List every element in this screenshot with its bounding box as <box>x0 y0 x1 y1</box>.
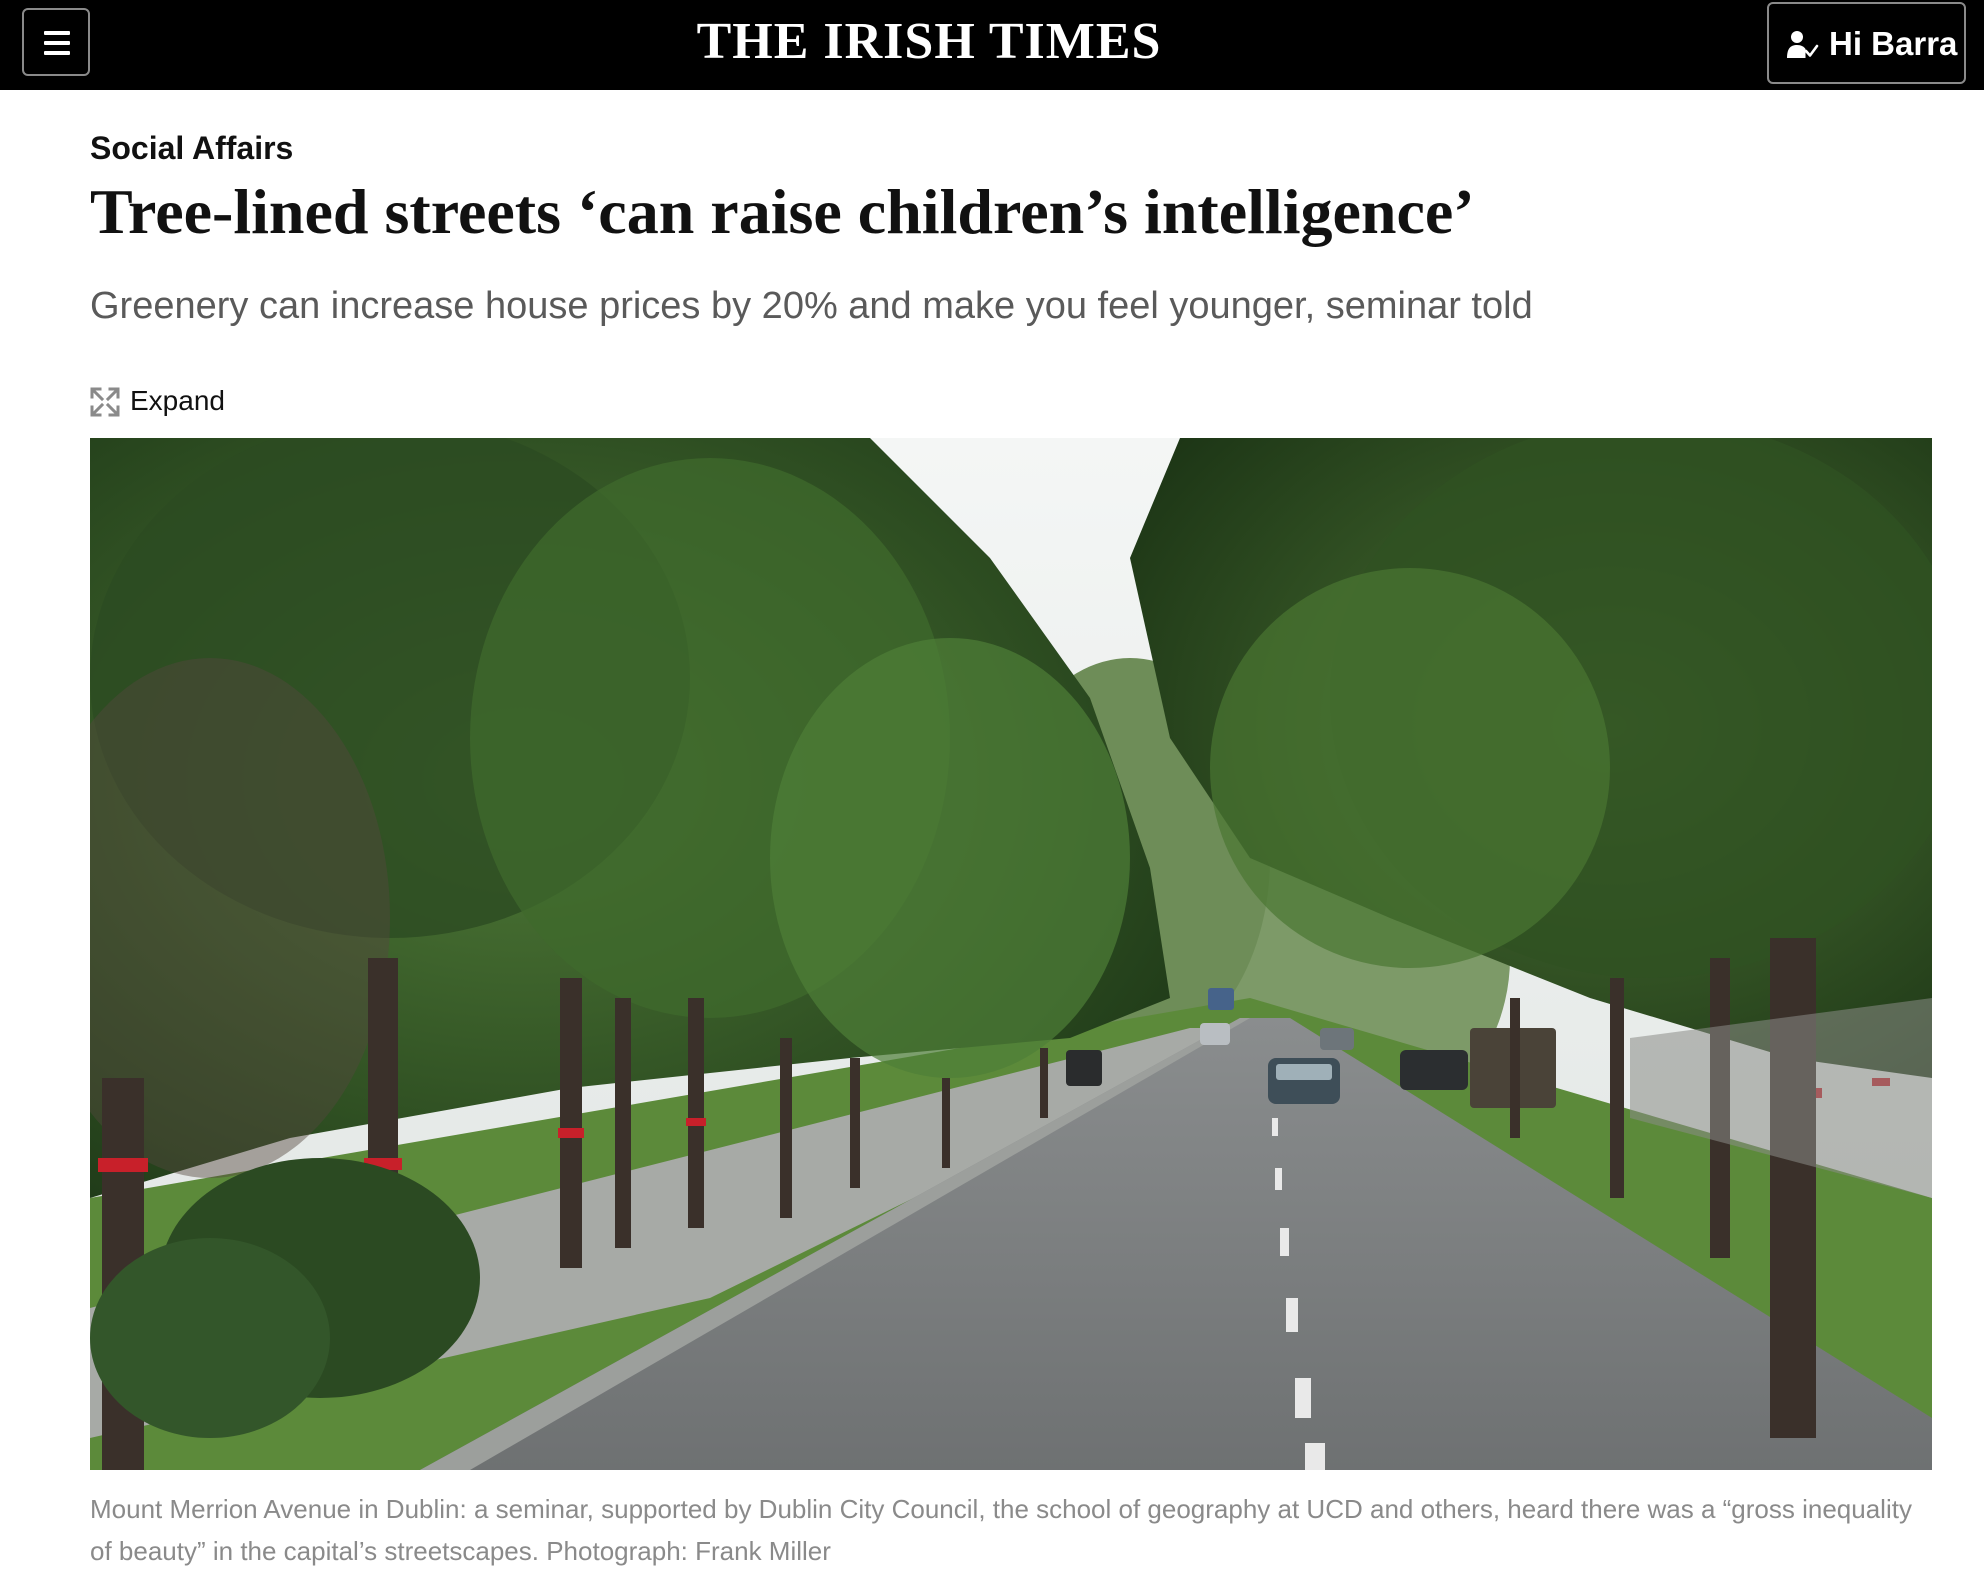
article-headline: Tree-lined streets ‘can raise children’s… <box>90 176 1475 247</box>
image-caption: Mount Merrion Avenue in Dublin: a semina… <box>90 1494 1912 1566</box>
expand-label: Expand <box>130 385 225 416</box>
article-standfirst: Greenery can increase house prices by 20… <box>90 285 1533 327</box>
user-check-icon <box>1787 31 1819 58</box>
article-main-image[interactable] <box>90 438 1932 1470</box>
top-navigation-bar: THE IRISH TIMES Hi Barra <box>0 0 1984 90</box>
expand-arrows-icon <box>90 387 120 417</box>
section-link[interactable]: Social Affairs <box>90 126 293 170</box>
account-greeting: Hi Barra <box>1829 25 1958 62</box>
account-button[interactable]: Hi Barra <box>1767 2 1966 84</box>
tree-lined-street-photo <box>90 438 1932 1470</box>
site-logo[interactable]: THE IRISH TIMES <box>0 8 1858 76</box>
